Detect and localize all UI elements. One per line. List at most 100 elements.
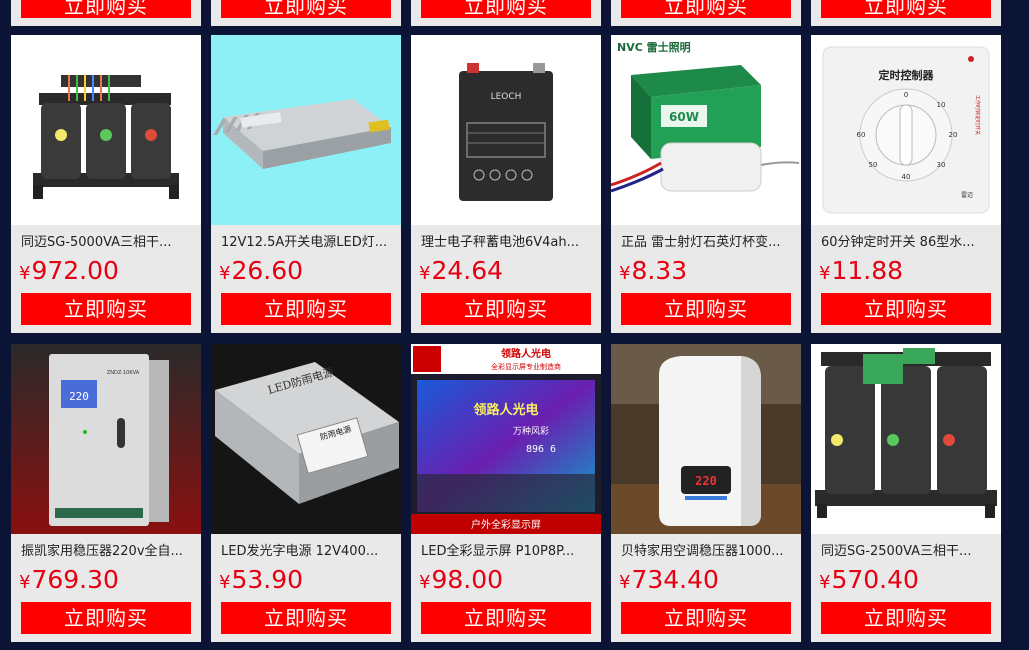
- ac-voltage-stabilizer-image[interactable]: 220: [611, 344, 801, 534]
- buy-now-button[interactable]: 立即购买: [21, 293, 191, 325]
- currency-symbol: ¥: [619, 572, 631, 593]
- product-card[interactable]: 领路人光电 全彩显示屏专业制造商 领路人光电 万种风彩 896 6 户外全彩显示…: [411, 344, 601, 642]
- product-price: ¥769.30: [19, 564, 119, 596]
- buy-now-button[interactable]: 立即购买: [621, 0, 791, 18]
- three-phase-transformer-image[interactable]: [11, 35, 201, 225]
- product-card[interactable]: 定时控制器 工作时钟定时开关 0 10 20 30 40 50 60 雷迈 60…: [811, 35, 1001, 333]
- buy-now-button[interactable]: 立即购买: [421, 0, 591, 18]
- top-partial-row: 立即购买 立即购买 立即购买 立即购买 立即购买: [0, 0, 1029, 26]
- product-card-partial: 立即购买: [811, 0, 1001, 26]
- product-price: ¥8.33: [619, 255, 687, 287]
- product-price: ¥11.88: [819, 255, 903, 287]
- product-card[interactable]: LEOCH 理士电子秤蓄电池6V4ah... ¥24.64 立即购买: [411, 35, 601, 333]
- stabilizer-brand-text: ZNDZ-10KVA: [107, 370, 140, 376]
- currency-symbol: ¥: [219, 263, 231, 284]
- buy-now-button[interactable]: 立即购买: [21, 0, 191, 18]
- svg-text:10: 10: [937, 101, 946, 109]
- product-card[interactable]: 220 ZNDZ-10KVA 振凯家用稳压器220v全自... ¥769.30 …: [11, 344, 201, 642]
- timer-side-text: 工作时钟定时开关: [974, 95, 981, 135]
- price-value: 26.60: [231, 256, 304, 285]
- product-price: ¥53.90: [219, 564, 303, 596]
- led-banner-text: 领路人光电: [501, 347, 551, 360]
- buy-now-button[interactable]: 立即购买: [621, 293, 791, 325]
- price-value: 734.40: [631, 565, 719, 594]
- product-card-partial: 立即购买: [211, 0, 401, 26]
- product-price: ¥570.40: [819, 564, 919, 596]
- svg-text:20: 20: [949, 131, 958, 139]
- nvc-box-label: 60W: [669, 110, 699, 124]
- product-price: ¥98.00: [419, 564, 503, 596]
- price-value: 972.00: [31, 256, 119, 285]
- led-banner-sub-text: 全彩显示屏专业制造商: [491, 362, 561, 371]
- svg-text:30: 30: [937, 161, 946, 169]
- three-phase-transformer-small-image[interactable]: [811, 344, 1001, 534]
- nvc-logo-text: NVC 雷士照明: [617, 40, 691, 54]
- buy-now-button[interactable]: 立即购买: [421, 293, 591, 325]
- svg-text:60: 60: [857, 131, 866, 139]
- buy-now-button[interactable]: 立即购买: [821, 602, 991, 634]
- price-value: 570.40: [831, 565, 919, 594]
- product-title[interactable]: 12V12.5A开关电源LED灯...: [221, 234, 393, 252]
- product-card[interactable]: LED防雨电源 防雨电源 LED发光字电源 12V400... ¥53.90 立…: [211, 344, 401, 642]
- svg-text:0: 0: [904, 91, 908, 99]
- currency-symbol: ¥: [619, 263, 631, 284]
- buy-now-button[interactable]: 立即购买: [821, 0, 991, 18]
- product-price: ¥972.00: [19, 255, 119, 287]
- led-display-screen-image[interactable]: 领路人光电 全彩显示屏专业制造商 领路人光电 万种风彩 896 6 户外全彩显示…: [411, 344, 601, 534]
- product-title[interactable]: 正品 雷士射灯石英灯杯变...: [621, 234, 793, 252]
- currency-symbol: ¥: [219, 572, 231, 593]
- product-title[interactable]: 同迈SG-5000VA三相干...: [21, 234, 193, 252]
- product-title[interactable]: LED全彩显示屏 P10P8P...: [421, 543, 593, 561]
- svg-text:50: 50: [869, 161, 878, 169]
- price-value: 53.90: [231, 565, 304, 594]
- product-title[interactable]: 60分钟定时开关 86型水...: [821, 234, 993, 252]
- product-title[interactable]: 贝特家用空调稳压器1000...: [621, 543, 793, 561]
- product-card[interactable]: 12V12.5A开关电源LED灯... ¥26.60 立即购买: [211, 35, 401, 333]
- product-card-partial: 立即购买: [611, 0, 801, 26]
- currency-symbol: ¥: [819, 263, 831, 284]
- lamp-transformer-image[interactable]: NVC 雷士照明 60W: [611, 35, 801, 225]
- product-card[interactable]: NVC 雷士照明 60W 正品 雷士射灯石英灯杯变... ¥8.33 立即购买: [611, 35, 801, 333]
- buy-now-button[interactable]: 立即购买: [821, 293, 991, 325]
- buy-now-button[interactable]: 立即购买: [221, 293, 391, 325]
- led-screen-text: 领路人光电: [473, 402, 538, 418]
- led-screen-text2: 万种风彩: [513, 425, 549, 437]
- buy-now-button[interactable]: 立即购买: [221, 602, 391, 634]
- buy-now-button[interactable]: 立即购买: [421, 602, 591, 634]
- price-value: 769.30: [31, 565, 119, 594]
- lead-acid-battery-image[interactable]: LEOCH: [411, 35, 601, 225]
- price-value: 8.33: [631, 256, 688, 285]
- product-title[interactable]: 振凯家用稳压器220v全自...: [21, 543, 193, 561]
- product-title[interactable]: 理士电子秤蓄电池6V4ah...: [421, 234, 593, 252]
- product-price: ¥24.64: [419, 255, 503, 287]
- product-title[interactable]: LED发光字电源 12V400...: [221, 543, 393, 561]
- stabilizer-display-text: 220: [69, 390, 89, 403]
- currency-symbol: ¥: [19, 572, 31, 593]
- currency-symbol: ¥: [419, 572, 431, 593]
- product-title[interactable]: 同迈SG-2500VA三相干...: [821, 543, 993, 561]
- product-card[interactable]: 同迈SG-2500VA三相干... ¥570.40 立即购买: [811, 344, 1001, 642]
- product-card[interactable]: 同迈SG-5000VA三相干... ¥972.00 立即购买: [11, 35, 201, 333]
- timer-brand-text: 雷迈: [961, 191, 973, 199]
- buy-now-button[interactable]: 立即购买: [221, 0, 391, 18]
- buy-now-button[interactable]: 立即购买: [621, 602, 791, 634]
- timer-switch-image[interactable]: 定时控制器 工作时钟定时开关 0 10 20 30 40 50 60 雷迈: [811, 35, 1001, 225]
- price-value: 24.64: [431, 256, 504, 285]
- voltage-stabilizer-image[interactable]: 220 ZNDZ-10KVA: [11, 344, 201, 534]
- ac-display-text: 220: [695, 474, 717, 488]
- product-grid: 立即购买 立即购买 立即购买 立即购买 立即购买 同迈SG-5000VA三相干.…: [0, 0, 1029, 650]
- led-screen-num: 896 6: [526, 444, 556, 455]
- currency-symbol: ¥: [419, 263, 431, 284]
- product-price: ¥734.40: [619, 564, 719, 596]
- buy-now-button[interactable]: 立即购买: [21, 602, 191, 634]
- product-card-partial: 立即购买: [411, 0, 601, 26]
- switching-power-supply-image[interactable]: [211, 35, 401, 225]
- product-card[interactable]: 220 贝特家用空调稳压器1000... ¥734.40 立即购买: [611, 344, 801, 642]
- svg-text:40: 40: [902, 173, 911, 181]
- rainproof-power-supply-image[interactable]: LED防雨电源 防雨电源: [211, 344, 401, 534]
- timer-title-text: 定时控制器: [879, 68, 935, 82]
- led-bottom-text: 户外全彩显示屏: [471, 518, 541, 531]
- price-value: 11.88: [831, 256, 904, 285]
- product-card-partial: 立即购买: [11, 0, 201, 26]
- currency-symbol: ¥: [19, 263, 31, 284]
